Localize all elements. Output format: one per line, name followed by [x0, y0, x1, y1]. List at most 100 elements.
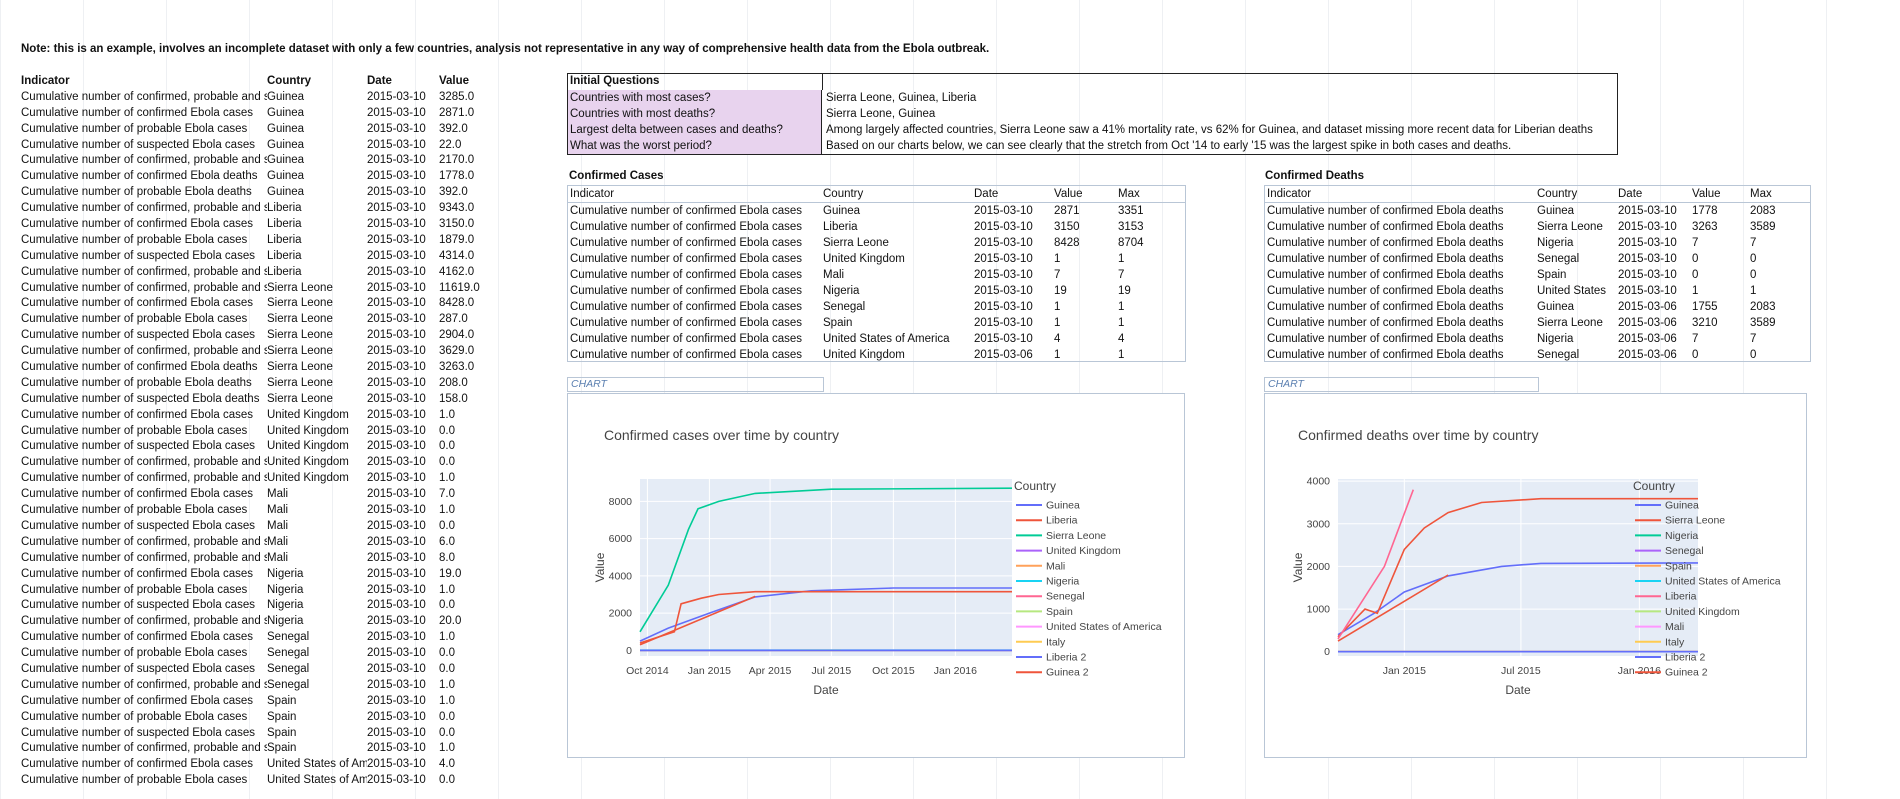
cell-value[interactable]: 7	[1054, 267, 1060, 283]
cell-indicator[interactable]: Cumulative number of confirmed, probable…	[21, 471, 267, 487]
cell-value[interactable]: 0.0	[439, 646, 499, 662]
cell-indicator[interactable]: Cumulative number of confirmed, probable…	[21, 153, 267, 169]
cell-value[interactable]: 208.0	[439, 376, 499, 392]
cell-indicator[interactable]: Cumulative number of confirmed Ebola dea…	[1267, 203, 1504, 219]
cell-country[interactable]: Sierra Leone	[823, 235, 889, 251]
cell-indicator[interactable]: Cumulative number of probable Ebola case…	[21, 424, 267, 440]
cell-date[interactable]: 2015-03-06	[974, 347, 1033, 363]
deaths-header-value[interactable]: Value	[1692, 186, 1721, 202]
cell-country[interactable]: Liberia	[267, 201, 367, 217]
cell-country[interactable]: Guinea	[1537, 299, 1574, 315]
cell-country[interactable]: Nigeria	[267, 583, 367, 599]
cell-country[interactable]: Sierra Leone	[1537, 315, 1603, 331]
cell-value[interactable]: 19.0	[439, 567, 499, 583]
cases-chart[interactable]: Confirmed cases over time by country 0 20…	[567, 393, 1185, 758]
cell-value[interactable]: 7	[1692, 235, 1698, 251]
cell-date[interactable]: 2015-03-10	[367, 583, 437, 599]
confirmed-cases-title[interactable]: Confirmed Cases	[569, 170, 664, 182]
cell-max[interactable]: 3589	[1750, 315, 1776, 331]
cell-indicator[interactable]: Cumulative number of confirmed, probable…	[21, 201, 267, 217]
cell-country[interactable]: Spain	[267, 694, 367, 710]
cell-country[interactable]: Senegal	[1537, 251, 1579, 267]
cell-indicator[interactable]: Cumulative number of suspected Ebola cas…	[21, 249, 267, 265]
cell-indicator[interactable]: Cumulative number of confirmed Ebola dea…	[1267, 219, 1504, 235]
legend-item[interactable]: United States of America	[1016, 621, 1162, 633]
legend-item[interactable]: Nigeria	[1016, 576, 1079, 588]
cell-value[interactable]: 0	[1692, 267, 1698, 283]
cell-date[interactable]: 2015-03-10	[1618, 203, 1677, 219]
answer-cell[interactable]: Sierra Leone, Guinea	[824, 106, 935, 122]
cell-date[interactable]: 2015-03-10	[367, 249, 437, 265]
cell-indicator[interactable]: Cumulative number of confirmed Ebola dea…	[1267, 251, 1504, 267]
cell-max[interactable]: 1	[1118, 299, 1124, 315]
deaths-header-date[interactable]: Date	[1618, 186, 1642, 202]
chart-tag-cases[interactable]: CHART	[567, 377, 824, 392]
cell-date[interactable]: 2015-03-10	[974, 219, 1033, 235]
confirmed-deaths-title[interactable]: Confirmed Deaths	[1265, 170, 1364, 182]
cell-country[interactable]: Senegal	[823, 299, 865, 315]
cell-date[interactable]: 2015-03-10	[367, 503, 437, 519]
cell-value[interactable]: 1	[1054, 251, 1060, 267]
cell-value[interactable]: 0.0	[439, 424, 499, 440]
cell-max[interactable]: 3351	[1118, 203, 1144, 219]
cell-value[interactable]: 3150.0	[439, 217, 499, 233]
cell-value[interactable]: 3263	[1692, 219, 1718, 235]
cell-max[interactable]: 4	[1118, 331, 1124, 347]
cell-max[interactable]: 19	[1118, 283, 1131, 299]
cell-value[interactable]: 1.0	[439, 678, 499, 694]
cell-country[interactable]: Sierra Leone	[267, 296, 367, 312]
cell-indicator[interactable]: Cumulative number of confirmed Ebola cas…	[570, 235, 802, 251]
cell-indicator[interactable]: Cumulative number of confirmed Ebola cas…	[570, 299, 802, 315]
cell-value[interactable]: 158.0	[439, 392, 499, 408]
cases-header-date[interactable]: Date	[974, 186, 998, 202]
cell-value[interactable]: 8.0	[439, 551, 499, 567]
cell-indicator[interactable]: Cumulative number of confirmed Ebola dea…	[1267, 283, 1504, 299]
cell-max[interactable]: 8704	[1118, 235, 1144, 251]
cell-value[interactable]: 7.0	[439, 487, 499, 503]
cell-date[interactable]: 2015-03-10	[367, 392, 437, 408]
deaths-header-country[interactable]: Country	[1537, 186, 1577, 202]
cell-country[interactable]: Guinea	[267, 185, 367, 201]
legend-item[interactable]: Guinea 2	[1016, 667, 1089, 679]
deaths-header-indicator[interactable]: Indicator	[1267, 186, 1311, 202]
cell-country[interactable]: Mali	[823, 267, 844, 283]
cell-value[interactable]: 8428	[1054, 235, 1080, 251]
cell-max[interactable]: 0	[1750, 347, 1756, 363]
cell-date[interactable]: 2015-03-10	[1618, 283, 1677, 299]
cell-indicator[interactable]: Cumulative number of suspected Ebola cas…	[21, 662, 267, 678]
cell-indicator[interactable]: Cumulative number of probable Ebola case…	[21, 312, 267, 328]
cell-date[interactable]: 2015-03-10	[367, 614, 437, 630]
cell-value[interactable]: 1	[1054, 315, 1060, 331]
cell-indicator[interactable]: Cumulative number of probable Ebola case…	[21, 773, 267, 789]
cell-country[interactable]: United Kingdom	[267, 439, 367, 455]
cell-date[interactable]: 2015-03-10	[367, 567, 437, 583]
cell-indicator[interactable]: Cumulative number of confirmed, probable…	[21, 535, 267, 551]
legend-item[interactable]: Mali	[1016, 560, 1065, 572]
cell-value[interactable]: 4314.0	[439, 249, 499, 265]
header-country[interactable]: Country	[267, 74, 367, 90]
cell-max[interactable]: 2083	[1750, 299, 1776, 315]
cell-date[interactable]: 2015-03-10	[367, 471, 437, 487]
cell-date[interactable]: 2015-03-10	[974, 331, 1033, 347]
cell-country[interactable]: Mali	[267, 519, 367, 535]
cell-value[interactable]: 392.0	[439, 122, 499, 138]
cell-value[interactable]: 1879.0	[439, 233, 499, 249]
cell-date[interactable]: 2015-03-10	[367, 106, 437, 122]
legend-item[interactable]: Guinea	[1016, 500, 1080, 512]
cell-date[interactable]: 2015-03-10	[367, 424, 437, 440]
cell-value[interactable]: 287.0	[439, 312, 499, 328]
cell-indicator[interactable]: Cumulative number of confirmed Ebola dea…	[1267, 267, 1504, 283]
cases-header-value[interactable]: Value	[1054, 186, 1083, 202]
cell-max[interactable]: 1	[1750, 283, 1756, 299]
cell-indicator[interactable]: Cumulative number of probable Ebola case…	[21, 710, 267, 726]
cell-country[interactable]: Liberia	[267, 217, 367, 233]
cell-date[interactable]: 2015-03-10	[367, 153, 437, 169]
cell-value[interactable]: 0.0	[439, 726, 499, 742]
cell-country[interactable]: Mali	[267, 535, 367, 551]
cell-date[interactable]: 2015-03-06	[1618, 299, 1677, 315]
cell-indicator[interactable]: Cumulative number of probable Ebola deat…	[21, 185, 267, 201]
question-cell[interactable]: What was the worst period?	[568, 138, 822, 154]
cell-country[interactable]: United States of America	[267, 757, 367, 773]
cell-country[interactable]: Mali	[267, 551, 367, 567]
cell-value[interactable]: 3210	[1692, 315, 1718, 331]
